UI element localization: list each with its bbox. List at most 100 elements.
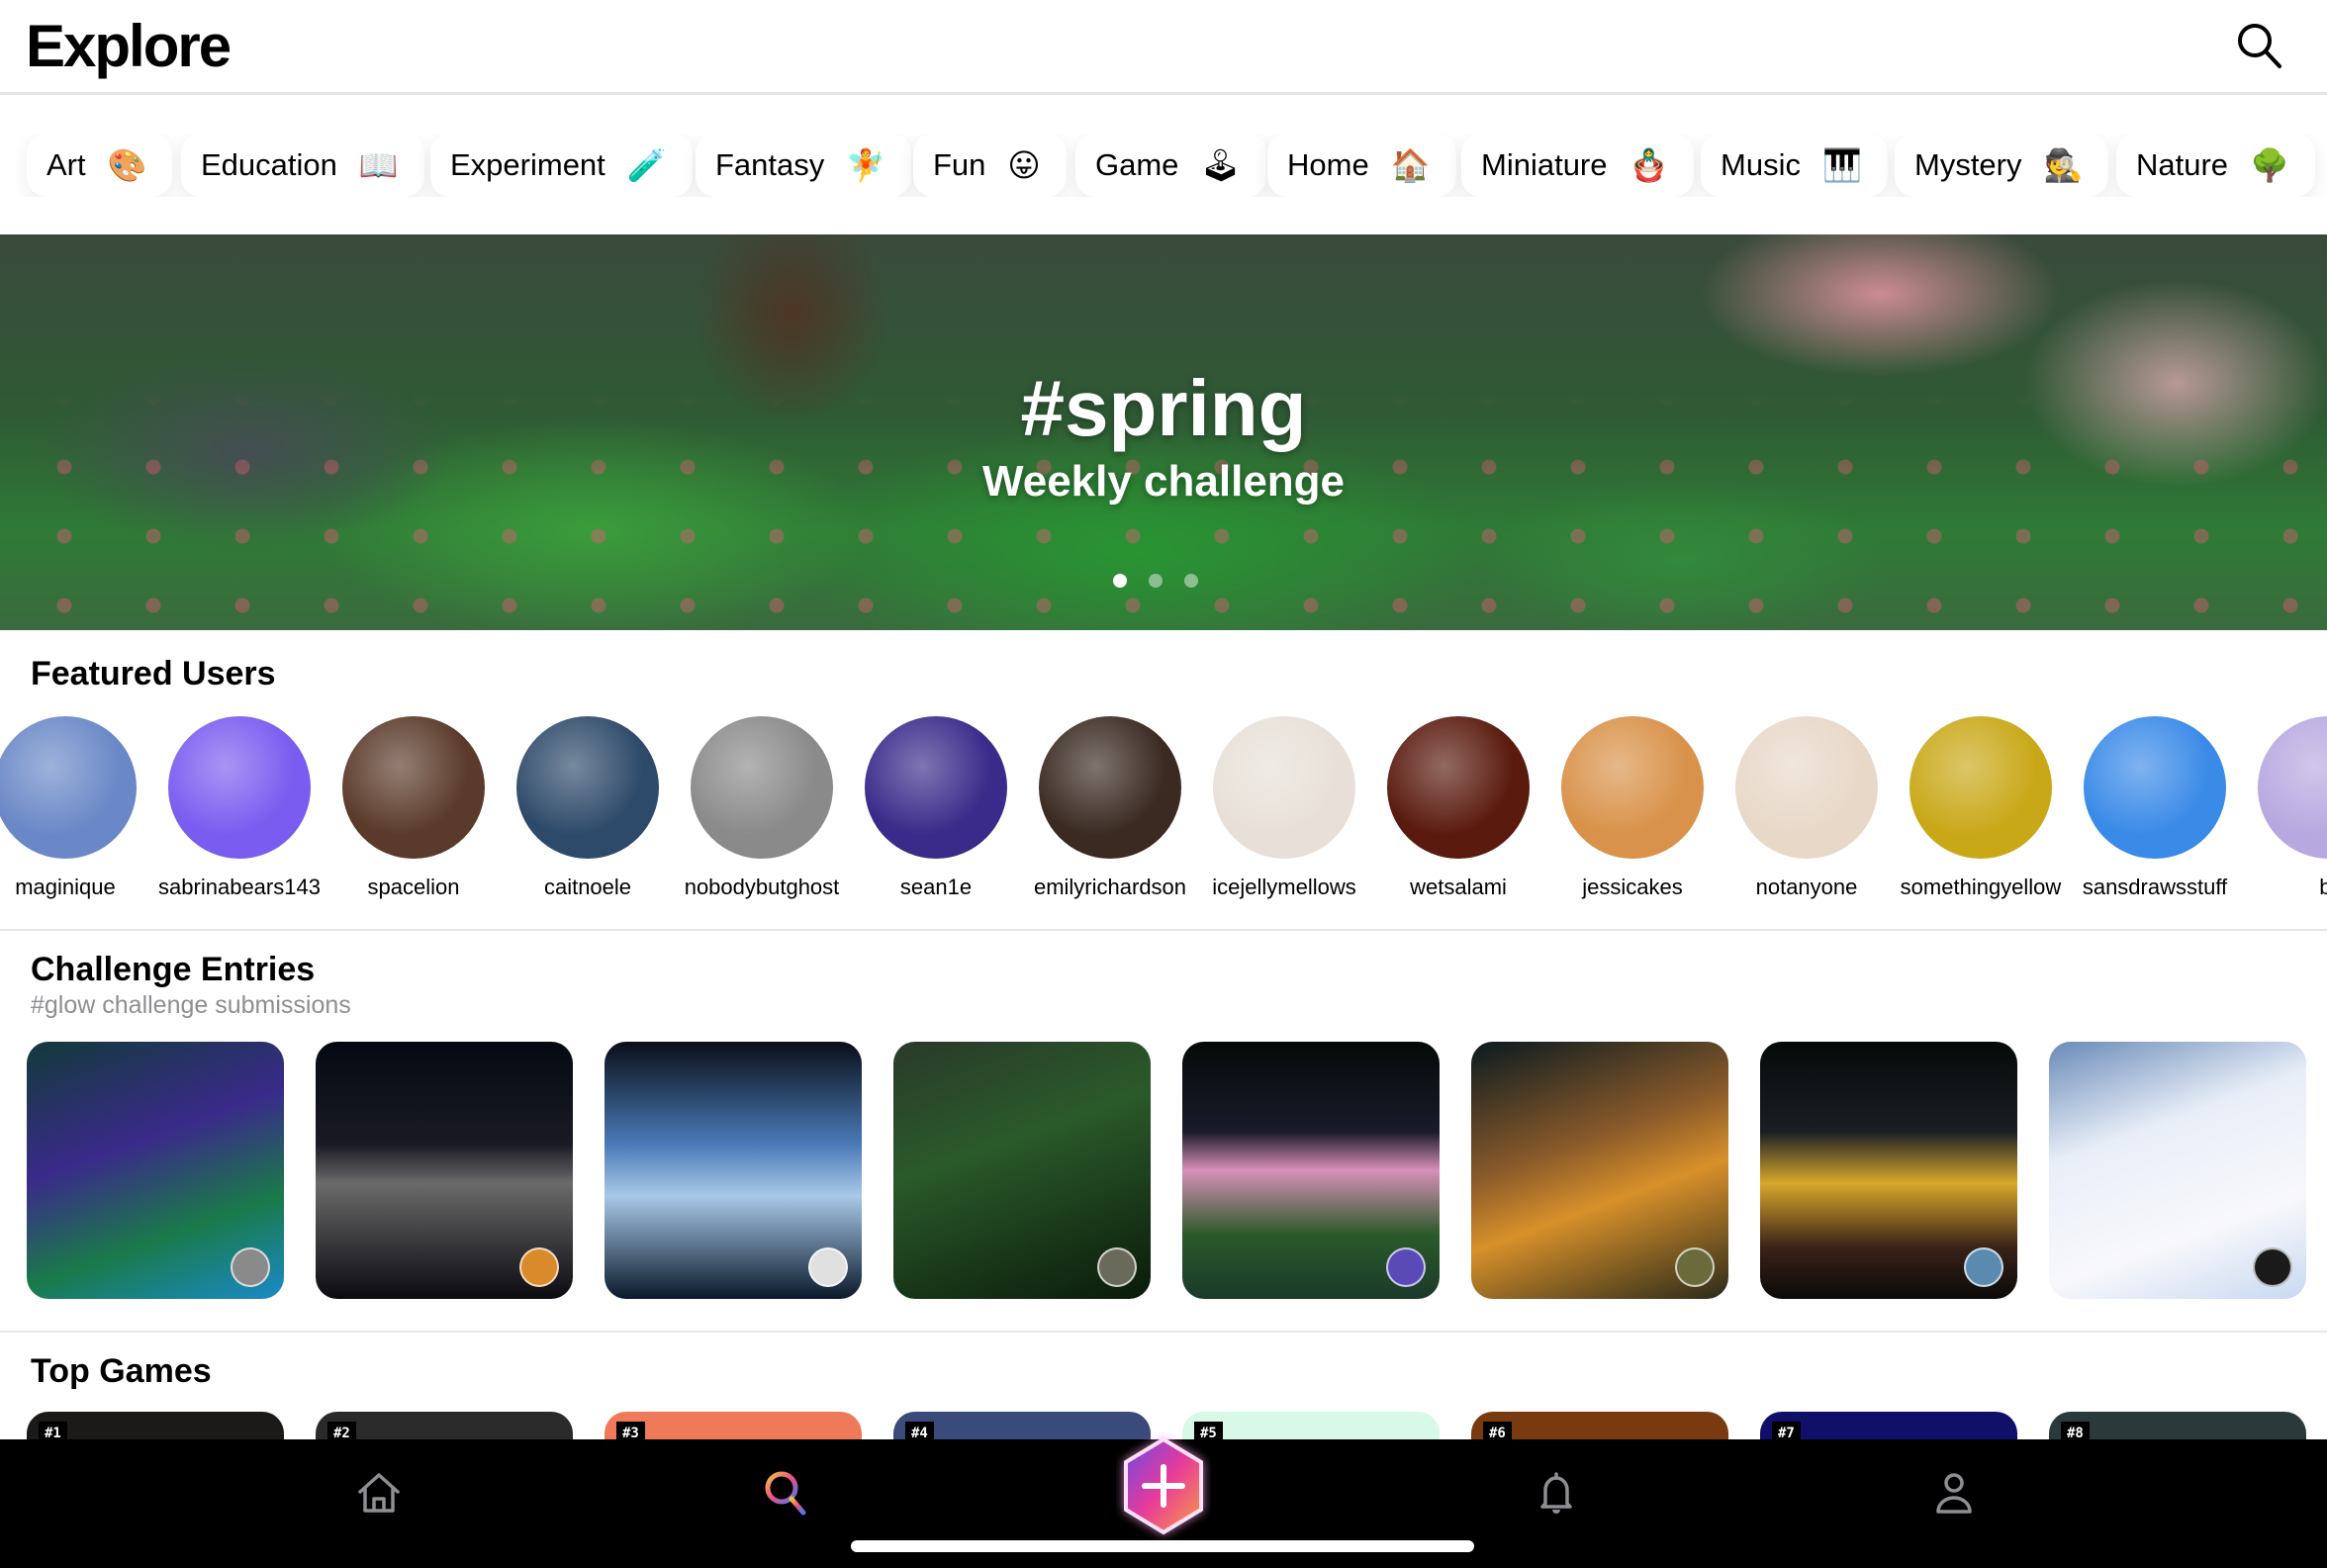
top-game-card[interactable]: #4 [893, 1412, 1151, 1441]
challenge-entries-subtitle: #glow challenge submissions [31, 991, 351, 1019]
user-name: nobodybutghost [684, 875, 840, 899]
category-chip-home[interactable]: Home 🏠 [1267, 134, 1456, 197]
creator-avatar [1386, 1247, 1426, 1287]
banner-subtitle: Weekly challenge [981, 457, 1346, 506]
featured-user[interactable]: br [2242, 716, 2327, 900]
chip-emoji-icon: 📖 [358, 146, 399, 184]
divider [0, 929, 2327, 931]
search-button[interactable] [2234, 20, 2285, 71]
top-game-card[interactable]: #1 [27, 1412, 284, 1441]
top-game-card[interactable]: #7 [1760, 1412, 2017, 1441]
top-game-card[interactable]: #6 [1471, 1412, 1728, 1441]
featured-user[interactable]: somethingyellow [1894, 716, 2068, 900]
category-chip-fantasy[interactable]: Fantasy 🧚 [696, 134, 912, 197]
featured-user[interactable]: sabrinabears143 [152, 716, 326, 900]
page-indicator[interactable] [1113, 574, 1198, 588]
category-chip-mystery[interactable]: Mystery 🕵 [1895, 134, 2109, 197]
bell-icon [1540, 1472, 1572, 1514]
challenge-entry-card[interactable] [2049, 1042, 2306, 1299]
challenge-entry-card[interactable] [1182, 1042, 1440, 1299]
avatar [2084, 716, 2226, 859]
category-chip-experiment[interactable]: Experiment 🧪 [430, 134, 693, 197]
creator-avatar [808, 1247, 848, 1287]
chip-emoji-icon: 🏠 [1390, 146, 1431, 184]
tab-notifications[interactable] [1522, 1463, 1591, 1522]
rank-badge: #7 [1772, 1422, 1801, 1441]
tab-profile[interactable] [1919, 1463, 1989, 1522]
tab-home[interactable] [344, 1463, 414, 1522]
chip-label: Nature [2136, 147, 2229, 182]
home-icon [358, 1473, 400, 1513]
category-chip-game[interactable]: Game 🕹 [1075, 134, 1267, 197]
challenge-entry-card[interactable] [27, 1042, 284, 1299]
chip-label: Experiment [450, 147, 605, 182]
featured-user[interactable]: icejellymellows [1197, 716, 1371, 900]
search-icon [765, 1471, 806, 1516]
featured-user[interactable]: maginique [0, 716, 152, 900]
avatar [865, 716, 1007, 859]
chip-label: Mystery [1914, 147, 2022, 182]
featured-user[interactable]: jessicakes [1545, 716, 1720, 900]
page-dot[interactable] [1113, 574, 1127, 588]
page-dot[interactable] [1184, 574, 1198, 588]
user-name: somethingyellow [1900, 875, 2062, 899]
avatar [691, 716, 833, 859]
top-game-card[interactable]: #8 [2049, 1412, 2306, 1441]
challenge-entry-card[interactable] [316, 1042, 573, 1299]
rank-badge: #8 [2061, 1422, 2090, 1441]
featured-user[interactable]: notanyone [1720, 716, 1894, 900]
challenge-entry-card[interactable] [1760, 1042, 2017, 1299]
create-button[interactable] [1116, 1431, 1211, 1540]
challenge-entries-list [0, 1042, 2327, 1301]
challenge-entry-card[interactable] [605, 1042, 862, 1299]
tab-explore[interactable] [752, 1463, 821, 1522]
category-chip-art[interactable]: Art 🎨 [27, 134, 173, 197]
user-name: icejellymellows [1212, 875, 1356, 899]
featured-user[interactable]: sansdrawsstuff [2068, 716, 2242, 900]
top-game-card[interactable]: #3 [605, 1412, 862, 1441]
chip-emoji-icon: 😛 [1007, 146, 1041, 184]
challenge-banner[interactable]: #spring Weekly challenge [0, 234, 2327, 630]
challenge-entry-card[interactable] [1471, 1042, 1728, 1299]
featured-user[interactable]: caitnoele [501, 716, 675, 900]
featured-user[interactable]: nobodybutghost [675, 716, 849, 900]
page-title: Explore [26, 13, 232, 79]
challenge-entry-card[interactable] [893, 1042, 1151, 1299]
chip-emoji-icon: 🕵 [2043, 146, 2084, 184]
featured-users-title: Featured Users [31, 655, 276, 692]
rank-badge: #1 [39, 1422, 67, 1441]
chip-emoji-icon: 🕹 [1200, 146, 1242, 184]
category-chip-music[interactable]: Music 🎹 [1701, 134, 1888, 197]
chip-emoji-icon: 🧪 [626, 146, 667, 184]
person-icon [1936, 1473, 1972, 1514]
category-chip-fun[interactable]: Fun 😛 [913, 134, 1067, 197]
tab-bar [0, 1436, 2327, 1568]
category-chip-nature[interactable]: Nature 🌳 [2116, 134, 2315, 197]
page-dot[interactable] [1149, 574, 1163, 588]
category-chips: Art 🎨 Education 📖 Experiment 🧪 Fantasy 🧚 Fun 😛 Gam… [0, 134, 2327, 197]
category-chip-miniature[interactable]: Miniature 🪆 [1461, 134, 1695, 197]
category-chip-education[interactable]: Education 📖 [181, 134, 424, 197]
featured-user[interactable]: emilyrichardson [1023, 716, 1197, 900]
banner-title: #spring [1020, 364, 1307, 452]
chip-label: Fun [933, 147, 986, 182]
featured-user[interactable]: sean1e [849, 716, 1023, 900]
user-name: jessicakes [1582, 875, 1683, 899]
user-name: caitnoele [543, 875, 632, 899]
top-game-card[interactable]: #5 [1182, 1412, 1440, 1441]
user-name: sabrinabears143 [158, 875, 321, 899]
featured-user[interactable]: wetsalami [1371, 716, 1545, 900]
user-name: br [2319, 875, 2327, 899]
featured-user[interactable]: spacelion [326, 716, 501, 900]
chip-emoji-icon: 🎹 [1821, 146, 1862, 184]
chip-emoji-icon: 🧚 [846, 146, 886, 184]
user-name: sean1e [899, 875, 973, 899]
top-games-title: Top Games [31, 1352, 212, 1390]
avatar [1735, 716, 1878, 859]
avatar [2258, 716, 2327, 859]
top-game-card[interactable]: #2 [316, 1412, 573, 1441]
creator-avatar [1964, 1247, 2003, 1287]
creator-avatar [231, 1247, 270, 1287]
chip-label: Home [1287, 147, 1369, 182]
chip-label: Art [47, 147, 86, 182]
